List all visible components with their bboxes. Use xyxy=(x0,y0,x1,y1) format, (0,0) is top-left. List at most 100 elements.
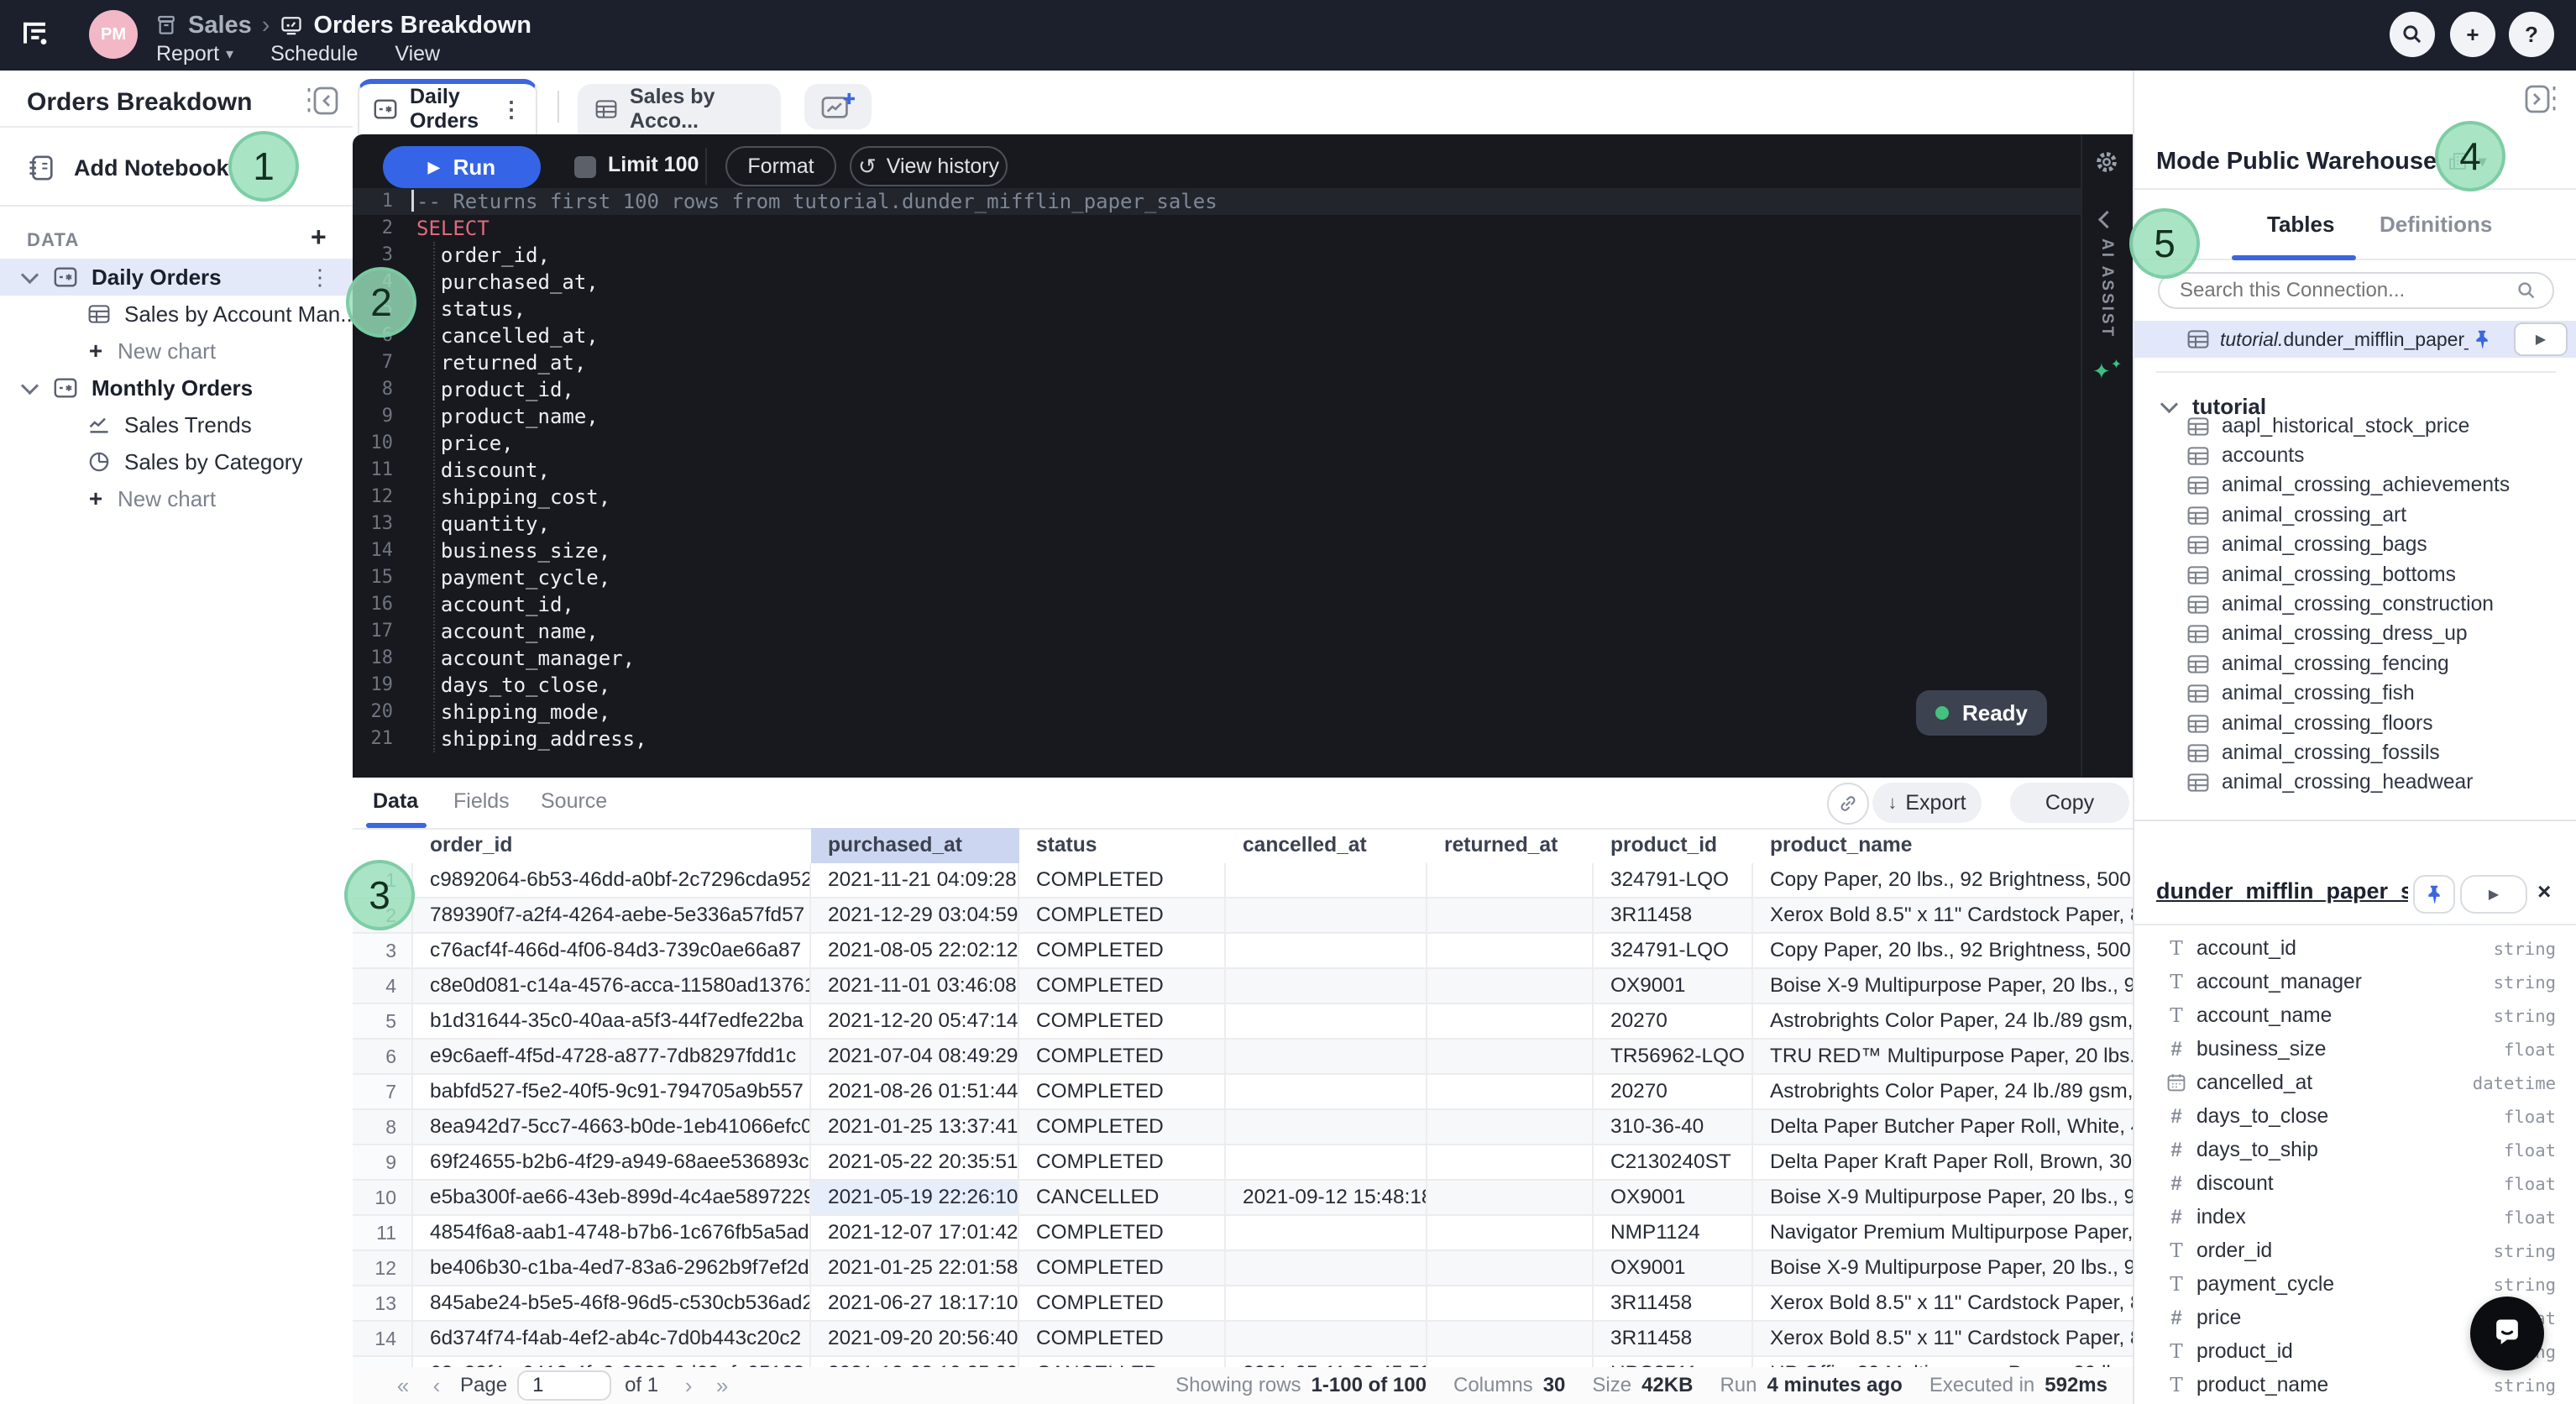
cell-status[interactable]: COMPLETED xyxy=(1019,1004,1226,1038)
column-row[interactable]: #days_to_shipfloat xyxy=(2134,1134,2576,1167)
cell-returned_at[interactable] xyxy=(1427,1357,1594,1367)
next-page-button[interactable]: › xyxy=(672,1373,705,1399)
cell-purchased_at[interactable]: 2021-01-25 22:01:58 xyxy=(811,1251,1019,1285)
cell-purchased_at[interactable]: 2021-12-20 05:47:14 xyxy=(811,1004,1019,1038)
cell-cancelled_at[interactable] xyxy=(1226,898,1427,932)
cell-purchased_at[interactable]: 2021-05-19 22:26:10 xyxy=(811,1181,1019,1214)
last-page-button[interactable]: » xyxy=(705,1373,739,1399)
cell-purchased_at[interactable]: 2021-01-25 13:37:41 xyxy=(811,1110,1019,1144)
cell-cancelled_at[interactable] xyxy=(1226,1004,1427,1038)
cell-returned_at[interactable] xyxy=(1427,1251,1594,1285)
cell-purchased_at[interactable]: 2021-08-05 22:02:12 xyxy=(811,934,1019,967)
avatar[interactable]: PM xyxy=(89,10,138,59)
table-list-item[interactable]: animal_crossing_dress_up xyxy=(2134,620,2576,649)
cell-returned_at[interactable] xyxy=(1427,1216,1594,1249)
cell-cancelled_at[interactable] xyxy=(1226,1110,1427,1144)
table-list-item[interactable]: animal_crossing_floors xyxy=(2134,709,2576,738)
mode-logo-icon[interactable] xyxy=(18,17,52,50)
cell-returned_at[interactable] xyxy=(1427,898,1594,932)
tab-data[interactable]: Data xyxy=(373,789,418,814)
cell-purchased_at[interactable]: 2021-11-21 04:09:28 xyxy=(811,863,1019,897)
run-button[interactable]: ▶ Run xyxy=(383,146,541,188)
cell-order_id[interactable]: 4854f6a8-aab1-4748-b7b6-1c676fb5a5ad xyxy=(413,1216,811,1249)
cell-order_id[interactable]: b1d31644-35c0-40aa-a5f3-44f7edfe22ba xyxy=(413,1004,811,1038)
cell-purchased_at[interactable]: 2021-12-29 03:04:59 xyxy=(811,898,1019,932)
cell-cancelled_at[interactable] xyxy=(1226,1286,1427,1320)
cell-product_id[interactable]: OX9001 xyxy=(1594,969,1753,1003)
export-button[interactable]: ↓ Export xyxy=(1872,783,1982,823)
cell-order_id[interactable]: 6d374f74-f4ab-4ef2-ab4c-7d0b443c20c2 xyxy=(413,1322,811,1355)
table-list-item[interactable]: animal_crossing_fossils xyxy=(2134,738,2576,767)
cell-returned_at[interactable] xyxy=(1427,1181,1594,1214)
code-line[interactable]: 8 product_id, xyxy=(353,376,2082,403)
menu-item-schedule[interactable]: Schedule xyxy=(270,42,358,66)
sidebar-item-sales-by-account-man[interactable]: Sales by Account Man... xyxy=(0,296,353,333)
cell-cancelled_at[interactable]: 2021-09-12 15:48:18 xyxy=(1226,1181,1427,1214)
cell-purchased_at[interactable]: 2021-12-08 10:35:09 xyxy=(811,1357,1019,1367)
tab-source[interactable]: Source xyxy=(541,789,607,814)
code-line[interactable]: 19 days_to_close, xyxy=(353,672,2082,699)
code-line[interactable]: 14 business_size, xyxy=(353,537,2082,564)
cell-product_name[interactable]: Xerox Bold 8.5" x 11" Cardstock Paper, 8… xyxy=(1753,1286,2133,1320)
search-button[interactable] xyxy=(2390,12,2435,57)
code-line[interactable]: 16 account_id, xyxy=(353,591,2082,618)
cell-product_id[interactable]: 3R11458 xyxy=(1594,1322,1753,1355)
cell-cancelled_at[interactable] xyxy=(1226,1075,1427,1108)
code-line[interactable]: 11 discount, xyxy=(353,457,2082,484)
cell-product_id[interactable]: 310-36-40 xyxy=(1594,1110,1753,1144)
cell-product_name[interactable]: Delta Paper Butcher Paper Roll, White, 4… xyxy=(1753,1110,2133,1144)
cell-status[interactable]: COMPLETED xyxy=(1019,1075,1226,1108)
page-input[interactable] xyxy=(517,1370,611,1401)
cell-status[interactable]: COMPLETED xyxy=(1019,934,1226,967)
cell-product_id[interactable]: NMP1124 xyxy=(1594,1216,1753,1249)
copy-button[interactable]: Copy xyxy=(2010,783,2129,823)
cell-status[interactable]: COMPLETED xyxy=(1019,1251,1226,1285)
collapse-sidebar-icon[interactable] xyxy=(302,86,339,116)
cell-purchased_at[interactable]: 2021-12-07 17:01:42 xyxy=(811,1216,1019,1249)
collapse-rail-chevron-icon[interactable] xyxy=(2098,211,2116,228)
cell-status[interactable]: COMPLETED xyxy=(1019,1145,1226,1179)
pin-icon[interactable] xyxy=(2472,329,2492,349)
cell-returned_at[interactable] xyxy=(1427,934,1594,967)
column-header-product_id[interactable]: product_id xyxy=(1594,828,1753,863)
column-row[interactable]: Torder_idstring xyxy=(2134,1234,2576,1268)
code-area[interactable]: 1-- Returns first 100 rows from tutorial… xyxy=(353,188,2082,778)
cell-returned_at[interactable] xyxy=(1427,863,1594,897)
cell-order_id[interactable]: 8ea942d7-5cc7-4663-b0de-1eb41066efc0 xyxy=(413,1110,811,1144)
cell-order_id[interactable]: c9892064-6b53-46dd-a0bf-2c7296cda952 xyxy=(413,863,811,897)
cell-index[interactable]: 15 xyxy=(353,1357,413,1367)
code-line[interactable]: 15 payment_cycle, xyxy=(353,564,2082,591)
cell-returned_at[interactable] xyxy=(1427,1040,1594,1073)
connection-search-input[interactable] xyxy=(2160,279,2516,302)
table-list-item[interactable]: animal_crossing_fencing xyxy=(2134,649,2576,678)
new-report-button[interactable]: + xyxy=(2450,12,2495,57)
column-header-product_name[interactable]: product_name xyxy=(1753,828,2133,863)
cell-index[interactable]: 14 xyxy=(353,1322,413,1355)
column-row[interactable]: #business_sizefloat xyxy=(2134,1033,2576,1066)
cell-product_name[interactable]: Boise X-9 Multipurpose Paper, 20 lbs., 9… xyxy=(1753,969,2133,1003)
chevron-down-icon[interactable] xyxy=(21,265,39,283)
cell-cancelled_at[interactable] xyxy=(1226,1216,1427,1249)
cell-returned_at[interactable] xyxy=(1427,1322,1594,1355)
menu-item-view[interactable]: View xyxy=(395,42,440,66)
cell-product_id[interactable]: 20270 xyxy=(1594,1075,1753,1108)
detail-pin-button[interactable] xyxy=(2413,875,2455,914)
column-header-status[interactable]: status xyxy=(1019,828,1226,863)
cell-purchased_at[interactable]: 2021-06-27 18:17:10 xyxy=(811,1286,1019,1320)
add-notebook-button[interactable]: Add Notebook xyxy=(27,148,228,188)
cell-product_id[interactable]: 3R11458 xyxy=(1594,1286,1753,1320)
cell-product_id[interactable]: 324791-LQO xyxy=(1594,934,1753,967)
detail-preview-button[interactable]: ▶ xyxy=(2460,875,2527,914)
ai-assist-label[interactable]: AI ASSIST xyxy=(2097,238,2116,338)
first-page-button[interactable]: « xyxy=(386,1373,420,1399)
cell-cancelled_at[interactable] xyxy=(1226,1322,1427,1355)
tab-tables[interactable]: Tables xyxy=(2267,212,2334,238)
share-link-button[interactable] xyxy=(1827,783,1869,825)
sidebar-item-sales-by-category[interactable]: Sales by Category xyxy=(0,443,353,480)
code-line[interactable]: 3 order_id, xyxy=(353,242,2082,269)
cell-product_name[interactable]: Astrobrights Color Paper, 24 lb./89 gsm,… xyxy=(1753,1075,2133,1108)
cell-returned_at[interactable] xyxy=(1427,1004,1594,1038)
cell-purchased_at[interactable]: 2021-11-01 03:46:08 xyxy=(811,969,1019,1003)
cell-status[interactable]: COMPLETED xyxy=(1019,1216,1226,1249)
cell-purchased_at[interactable]: 2021-09-20 20:56:40 xyxy=(811,1322,1019,1355)
